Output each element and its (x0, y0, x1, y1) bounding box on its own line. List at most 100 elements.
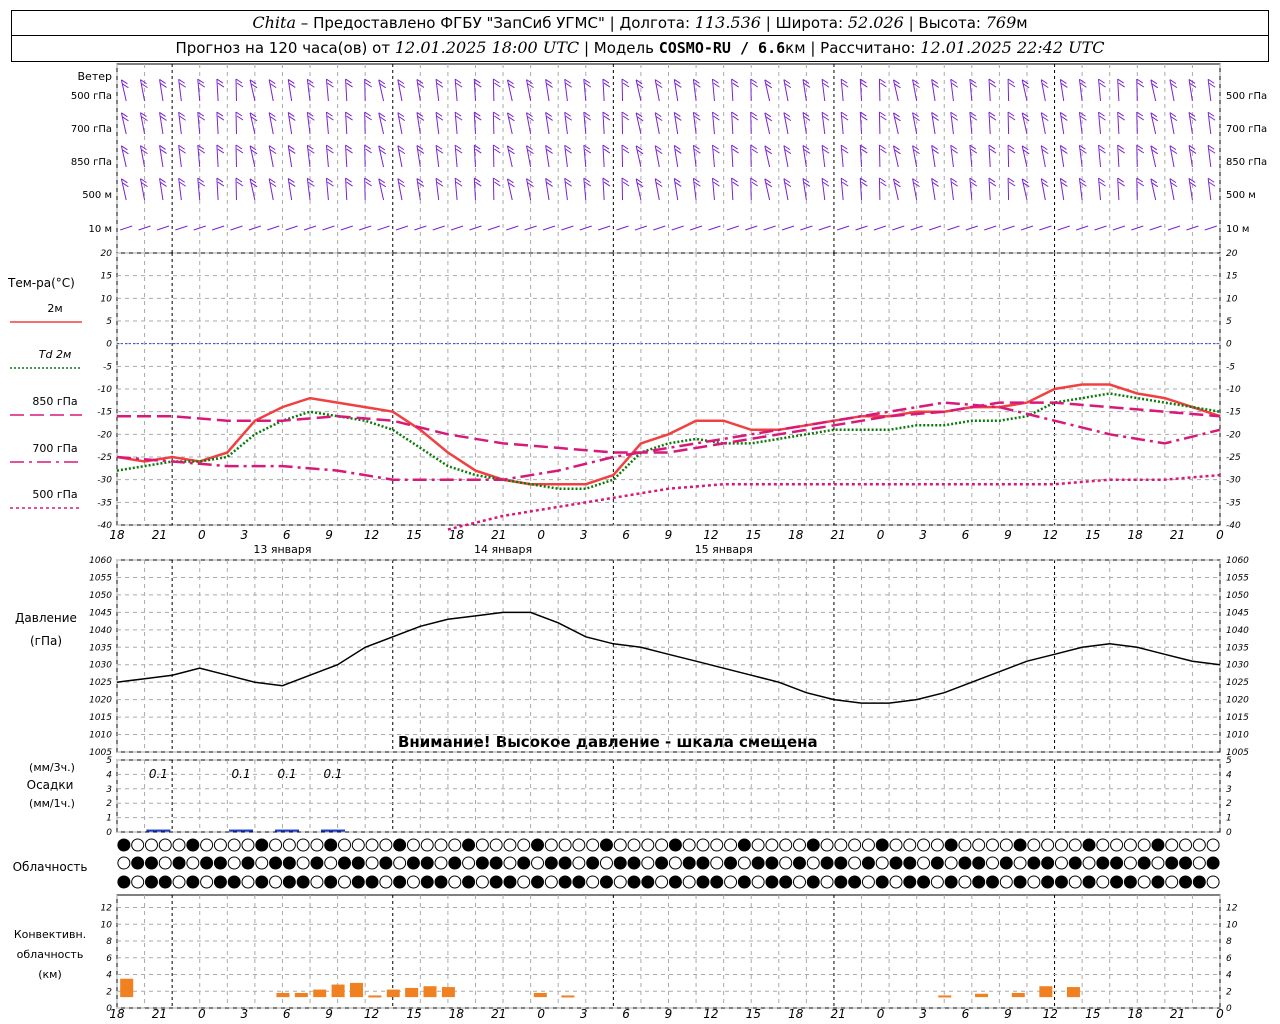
cloud-cover-symbol (351, 838, 365, 852)
wind-barb (545, 144, 553, 168)
cloud-cover-symbol (1206, 838, 1220, 852)
precip-tick-label: 3 (106, 785, 112, 795)
cloud-cover-symbol (1165, 856, 1179, 870)
wind-barb (912, 178, 920, 201)
wind-barb (285, 225, 298, 231)
hour-tick-label: 21 (152, 1007, 167, 1021)
cloud-cover-symbol (379, 856, 393, 870)
cloud-cover-symbol (917, 856, 931, 870)
precip-tick-label: 0 (106, 828, 112, 838)
cloud-cover-symbol (213, 838, 227, 852)
wind-barb (340, 225, 353, 231)
hour-tick-label: 21 (491, 1007, 506, 1021)
wind-barb (969, 111, 978, 135)
cloud-cover-symbol (958, 838, 972, 852)
wind-barb (561, 225, 574, 231)
pressure-tick-label: 1020 (89, 696, 112, 706)
wind-barb (673, 177, 682, 201)
temp-tick-label: -40 (97, 521, 112, 531)
wind-barb (1098, 111, 1106, 135)
wind-barb (621, 177, 630, 201)
cloud-cover-symbol (1206, 856, 1220, 870)
wind-barb (969, 177, 978, 201)
cloud-cover-symbol (448, 875, 462, 889)
pressure-tick-label: 1030 (89, 661, 112, 671)
cloud-cover-symbol (1123, 856, 1137, 870)
conv-tick-label: 12 (101, 904, 113, 914)
wind-barb (712, 177, 720, 201)
wind-barb (1094, 225, 1107, 231)
wind-barb (545, 111, 553, 135)
wind-barb (602, 78, 611, 102)
temp-tick-label: 10 (101, 294, 113, 304)
wind-barb (764, 79, 773, 102)
meteogram-chart: 18 21 0 3 6 9 12 15 18 21 0 3 6 9 12 15 18 21 0 3 6 9 12 15 18 21… (7, 63, 1267, 1021)
cloud-cover-symbol (144, 856, 158, 870)
wind-barb (731, 177, 739, 201)
hour-tick-label: 6 (622, 528, 630, 542)
hour-tick-label: 3 (240, 528, 248, 542)
wind-barb (325, 144, 334, 168)
wind-barb (545, 78, 553, 102)
wind-barb (364, 144, 372, 168)
wind-barb (1040, 145, 1049, 168)
cloud-title: Облачность (13, 860, 88, 874)
cloud-cover-symbol (517, 838, 531, 852)
wind-barb (216, 144, 225, 168)
wind-barb (378, 79, 387, 102)
temp-tick-label: 0 (106, 340, 112, 350)
cloud-cover-symbol (337, 875, 351, 889)
wind-barb (377, 225, 390, 231)
cloud-cover-symbol (1192, 856, 1206, 870)
hour-tick-label: 6 (622, 1007, 630, 1021)
hour-tick-label: 6 (962, 528, 970, 542)
wind-barb (345, 111, 353, 135)
cloud-cover-symbol (1110, 875, 1124, 889)
cloud-cover-symbol (1068, 856, 1082, 870)
wind-level-label-right: 500 гПа (1226, 91, 1267, 102)
wind-barb (492, 111, 501, 135)
cloud-cover-symbol (1179, 875, 1193, 889)
cloud-cover-symbol (834, 875, 848, 889)
hour-tick-label: 6 (283, 528, 291, 542)
cloud-cover-symbol (434, 838, 448, 852)
wind-barb (506, 178, 515, 201)
cloud-cover-symbol (1041, 856, 1055, 870)
hour-tick-label: 3 (580, 528, 588, 542)
cloud-cover-symbol (779, 856, 793, 870)
wind-barb (821, 144, 830, 168)
cloud-cover-symbol (751, 838, 765, 852)
cloud-cover-symbol (1013, 875, 1027, 889)
wind-barb (602, 177, 611, 201)
wind-barb (1150, 112, 1159, 135)
cloud-cover-symbol (627, 856, 641, 870)
cloud-cover-symbol (1054, 838, 1068, 852)
wind-barb (1057, 225, 1070, 231)
wind-barb (287, 177, 296, 201)
cloud-cover-symbol (420, 875, 434, 889)
temp-tick-label: -5 (103, 362, 112, 372)
cloud-cover-symbol (393, 875, 407, 889)
wind-barb (564, 111, 572, 135)
wind-barb (1078, 78, 1087, 102)
wind-barb (1059, 177, 1068, 201)
cloud-cover-symbol (861, 856, 875, 870)
cloud-cover-symbol (503, 875, 517, 889)
cloud-cover-symbol (324, 856, 338, 870)
wind-barb (731, 144, 739, 168)
hour-tick-label: 9 (1004, 1007, 1012, 1021)
precip-tick-label: 4 (106, 770, 112, 780)
cloud-cover-symbol (200, 838, 214, 852)
wind-barb (454, 111, 463, 135)
wind-barb (878, 177, 887, 201)
cloud-cover-symbol (710, 856, 724, 870)
cloud-cover-symbol (1082, 875, 1096, 889)
wind-barb (178, 144, 186, 168)
conv-cloud-bar (276, 992, 290, 998)
wind-barb (526, 79, 534, 102)
wind-barb (1040, 178, 1049, 201)
hour-tick-label: 0 (537, 528, 545, 542)
wind-barb (139, 112, 148, 135)
wind-barb (878, 144, 887, 168)
cloud-cover-symbol (144, 838, 158, 852)
